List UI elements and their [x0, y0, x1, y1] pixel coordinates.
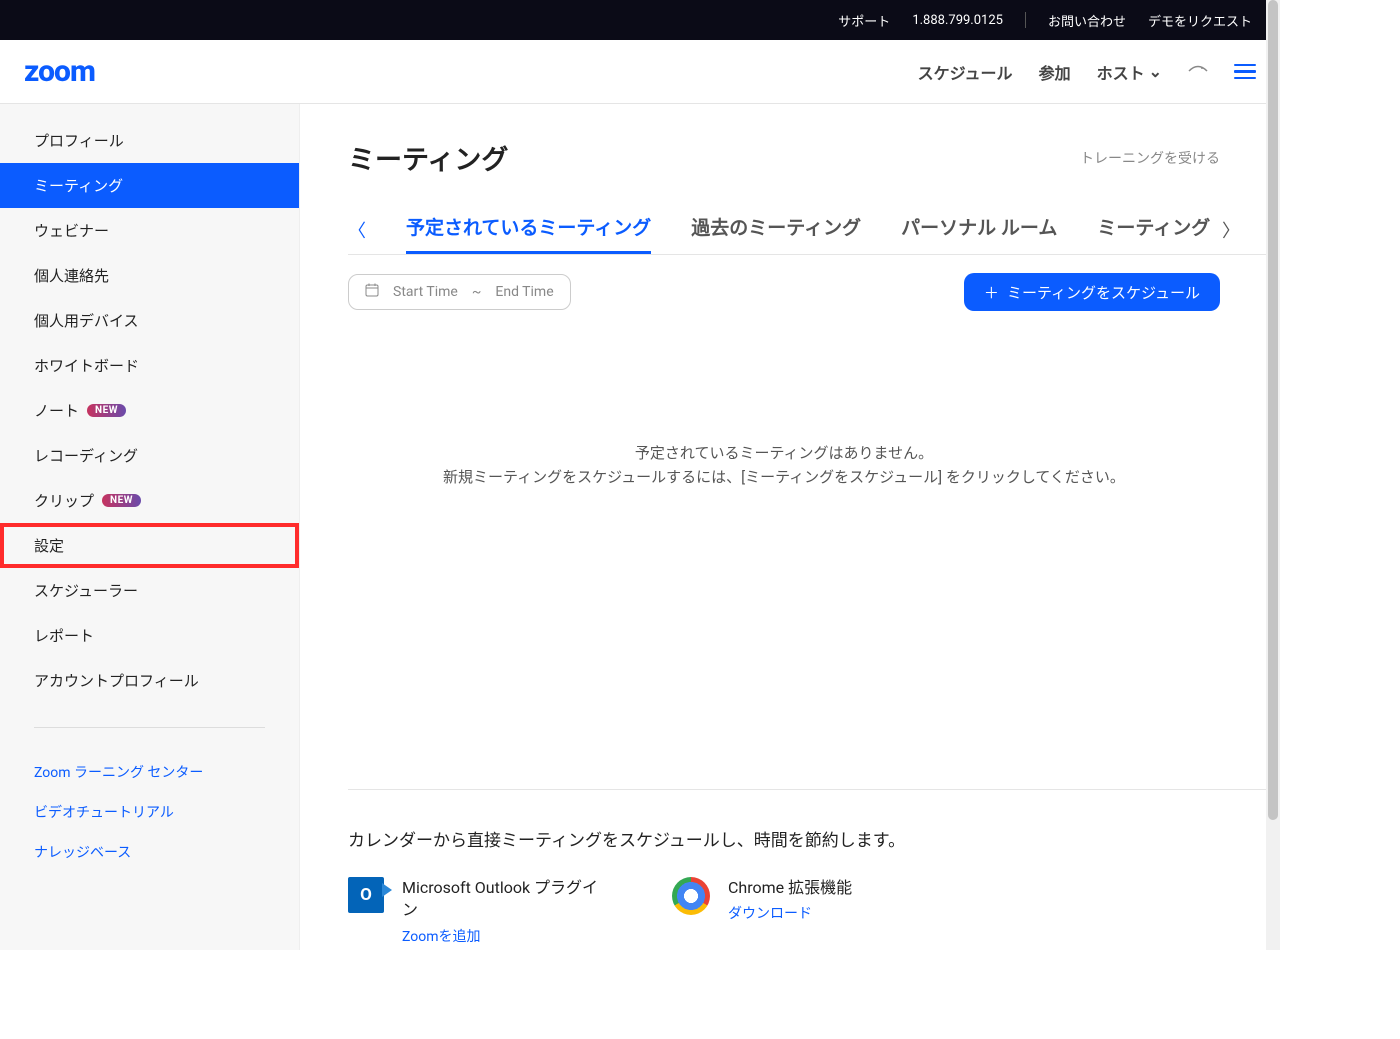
sidebar-link-video-tutorial[interactable]: ビデオチュートリアル [0, 792, 299, 832]
sidebar-item-label: レコーディング [34, 445, 138, 466]
new-badge: NEW [102, 494, 141, 507]
outlook-add-link[interactable]: Zoomを追加 [402, 926, 612, 946]
empty-message-line1: 予定されているミーティングはありません。 [348, 441, 1220, 465]
sidebar-item-label: ノート [34, 400, 79, 421]
date-separator: ~ [472, 284, 482, 300]
support-phone[interactable]: 1.888.799.0125 [912, 13, 1003, 28]
nav-host-label: ホスト [1097, 60, 1145, 84]
sidebar-item-webinar[interactable]: ウェビナー [0, 208, 299, 253]
sidebar-item-label: 設定 [34, 535, 64, 556]
sidebar-item-label: ミーティング [34, 175, 123, 196]
empty-message-line2: 新規ミーティングをスケジュールするには、[ミーティングをスケジュール] をクリッ… [348, 465, 1220, 489]
nav-host-dropdown[interactable]: ホスト ⌄ [1097, 60, 1162, 84]
sidebar-item-label: クリップ [34, 490, 94, 511]
tab-personal-room[interactable]: パーソナル ルーム [901, 205, 1057, 254]
contact-link[interactable]: お問い合わせ [1048, 11, 1126, 30]
tab-meeting-templates[interactable]: ミーティング [1097, 205, 1210, 254]
chrome-icon [672, 877, 710, 915]
sidebar-item-label: アカウントプロフィール [34, 670, 199, 691]
chevron-down-icon: ⌄ [1149, 62, 1162, 81]
sidebar-link-knowledge-base[interactable]: ナレッジベース [0, 832, 299, 872]
chrome-title: Chrome 拡張機能 [728, 877, 852, 899]
sidebar-divider [34, 727, 265, 728]
top-utility-bar: サポート 1.888.799.0125 お問い合わせ デモをリクエスト [0, 0, 1280, 40]
start-time-label: Start Time [393, 284, 458, 300]
zoom-logo[interactable]: zoom [24, 54, 95, 89]
nav-join-link[interactable]: 参加 [1039, 60, 1071, 84]
vertical-scrollbar[interactable] [1266, 0, 1280, 950]
sidebar: プロフィール ミーティング ウェビナー 個人連絡先 個人用デバイス ホワイトボー… [0, 104, 300, 950]
sidebar-item-devices[interactable]: 個人用デバイス [0, 298, 299, 343]
outlook-integration: O Microsoft Outlook プラグイン Zoomを追加 [348, 877, 612, 946]
schedule-meeting-button[interactable]: ＋ ミーティングをスケジュール [964, 273, 1220, 311]
main-header: zoom スケジュール 参加 ホスト ⌄ [0, 40, 1280, 104]
chrome-integration: Chrome 拡張機能 ダウンロード [672, 877, 852, 946]
visibility-icon[interactable] [1188, 62, 1208, 81]
sidebar-item-label: 個人用デバイス [34, 310, 139, 331]
sidebar-item-account-profile[interactable]: アカウントプロフィール [0, 658, 299, 703]
outlook-icon: O [348, 877, 384, 913]
main-content: ミーティング トレーニングを受ける 〈 予定されているミーティング 過去のミーテ… [300, 104, 1280, 950]
sidebar-item-label: ホワイトボード [34, 355, 139, 376]
integrations-section: カレンダーから直接ミーティングをスケジュールし、時間を節約します。 O Micr… [348, 789, 1280, 946]
tab-scroll-left-icon[interactable]: 〈 [348, 217, 366, 243]
sidebar-item-label: スケジューラー [34, 580, 138, 601]
sidebar-item-label: プロフィール [34, 130, 124, 151]
tab-upcoming-meetings[interactable]: 予定されているミーティング [406, 205, 651, 254]
date-range-picker[interactable]: Start Time ~ End Time [348, 274, 571, 310]
chrome-download-link[interactable]: ダウンロード [728, 903, 852, 923]
sidebar-item-label: 個人連絡先 [34, 265, 109, 286]
sidebar-item-notes[interactable]: ノート NEW [0, 388, 299, 433]
hamburger-menu-icon[interactable] [1234, 64, 1256, 80]
sidebar-item-whiteboard[interactable]: ホワイトボード [0, 343, 299, 388]
sidebar-item-clips[interactable]: クリップ NEW [0, 478, 299, 523]
training-link[interactable]: トレーニングを受ける [1080, 148, 1220, 168]
page-title: ミーティング [348, 138, 508, 177]
integrations-heading: カレンダーから直接ミーティングをスケジュールし、時間を節約します。 [348, 826, 1220, 851]
sidebar-item-recording[interactable]: レコーディング [0, 433, 299, 478]
tab-past-meetings[interactable]: 過去のミーティング [691, 205, 861, 254]
header-nav: スケジュール 参加 ホスト ⌄ [918, 60, 1256, 84]
request-demo-link[interactable]: デモをリクエスト [1148, 11, 1252, 30]
sidebar-item-label: ウェビナー [34, 220, 109, 241]
sidebar-item-contacts[interactable]: 個人連絡先 [0, 253, 299, 298]
topbar-divider [1025, 12, 1026, 28]
outlook-title: Microsoft Outlook プラグイン [402, 877, 612, 922]
new-badge: NEW [87, 404, 126, 417]
plus-icon: ＋ [984, 282, 999, 303]
nav-schedule-link[interactable]: スケジュール [918, 60, 1013, 84]
sidebar-item-scheduler[interactable]: スケジューラー [0, 568, 299, 613]
calendar-icon [365, 283, 379, 301]
sidebar-item-settings[interactable]: 設定 [0, 523, 299, 568]
sidebar-item-profile[interactable]: プロフィール [0, 118, 299, 163]
sidebar-link-learning-center[interactable]: Zoom ラーニング センター [0, 752, 299, 792]
tab-bar: 〈 予定されているミーティング 過去のミーティング パーソナル ルーム ミーティ… [348, 205, 1280, 255]
sidebar-item-meeting[interactable]: ミーティング [0, 163, 299, 208]
schedule-button-label: ミーティングをスケジュール [1007, 282, 1200, 303]
sidebar-item-label: レポート [34, 625, 94, 646]
scrollbar-thumb[interactable] [1268, 0, 1278, 820]
end-time-label: End Time [495, 284, 553, 300]
sidebar-item-report[interactable]: レポート [0, 613, 299, 658]
tab-scroll-right-icon[interactable]: 〉 [1222, 217, 1240, 243]
support-link[interactable]: サポート [838, 11, 890, 30]
empty-state: 予定されているミーティングはありません。 新規ミーティングをスケジュールするには… [348, 441, 1280, 489]
